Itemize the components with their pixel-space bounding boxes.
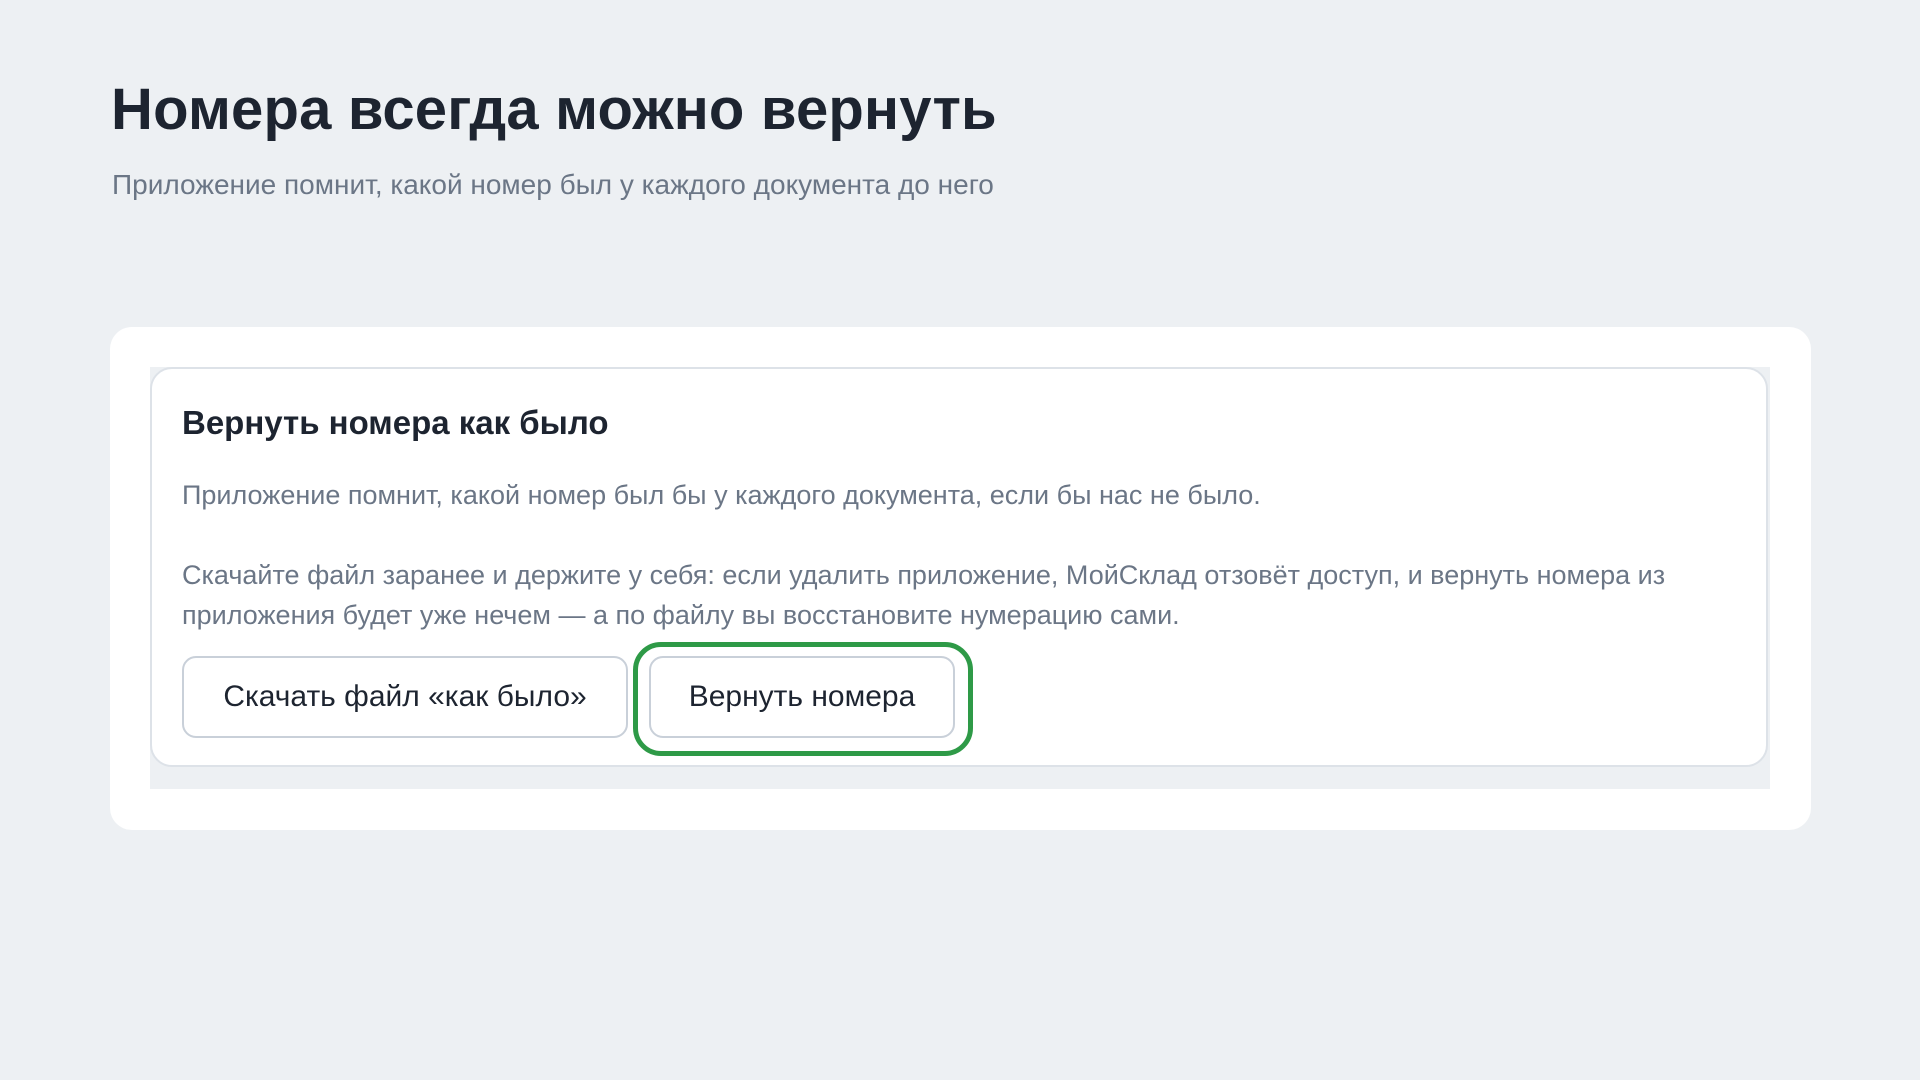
page-title: Номера всегда можно вернуть	[111, 77, 997, 142]
download-file-button[interactable]: Скачать файл «как было»	[182, 656, 628, 738]
section-title: Вернуть номера как было	[182, 404, 609, 441]
restore-numbers-section: Вернуть номера как было Приложение помни…	[150, 367, 1768, 767]
restore-numbers-button[interactable]: Вернуть номера	[649, 656, 955, 738]
page: Номера всегда можно вернуть Приложение п…	[0, 0, 1920, 1080]
section-container: Вернуть номера как было Приложение помни…	[150, 367, 1770, 789]
section-description: Приложение помнит, какой номер был бы у …	[182, 480, 1261, 510]
content-card: Вернуть номера как было Приложение помни…	[110, 327, 1811, 830]
page-subtitle: Приложение помнит, какой номер был у каж…	[112, 169, 994, 200]
section-note: Скачайте файл заранее и держите у себя: …	[182, 560, 1666, 630]
